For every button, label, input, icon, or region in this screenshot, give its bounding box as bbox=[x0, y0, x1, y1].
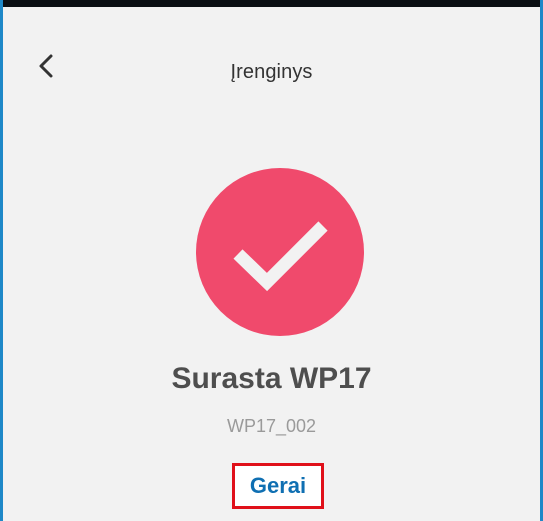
device-id: WP17_002 bbox=[226, 416, 317, 436]
success-badge bbox=[196, 168, 364, 336]
ok-button-label: Gerai bbox=[249, 473, 307, 498]
status-bar bbox=[3, 0, 540, 7]
page-title: Įrenginys bbox=[230, 61, 313, 83]
device-name: Surasta WP17 bbox=[171, 362, 372, 395]
checkmark-icon bbox=[233, 221, 328, 292]
app-screen: Įrenginys Surasta WP17 WP17_002 Gerai bbox=[0, 0, 543, 521]
ok-button[interactable]: Gerai bbox=[232, 463, 324, 509]
header: Įrenginys bbox=[3, 7, 540, 127]
